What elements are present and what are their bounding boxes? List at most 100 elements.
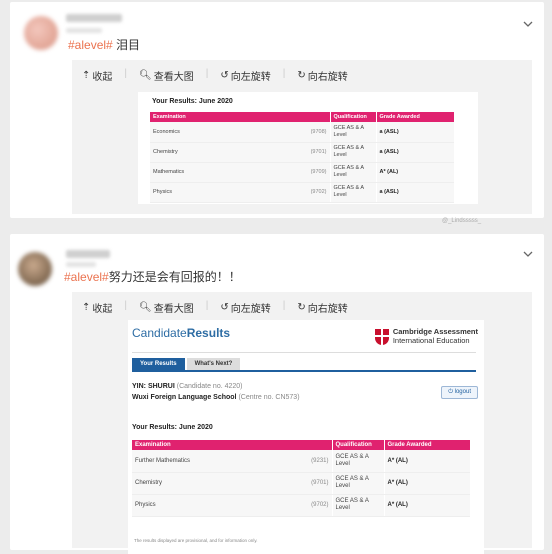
post-body: 努力还是会有回报的！！ (108, 270, 241, 284)
column-header: Grade Awarded (383, 440, 470, 450)
rotate-left-icon: ↺ (220, 70, 229, 81)
result-screenshot[interactable]: CandidateResults Cambridge Assessment In… (128, 320, 484, 554)
column-header: Qualification (331, 440, 384, 450)
qualification-level: Level (333, 152, 347, 158)
rotate-right-button[interactable]: ↻ 向右旋转 (297, 300, 347, 315)
exam-cell: Chemistry (132, 472, 302, 495)
grade-cell: A* (AL) (383, 472, 470, 495)
cambridge-branding: Cambridge Assessment International Educa… (374, 327, 478, 345)
toolbar-divider: | (282, 68, 286, 79)
qualification-text: GCE AS & A (333, 145, 365, 152)
qualification-level: Level (335, 460, 350, 467)
hashtag-link[interactable]: #alevel# (64, 270, 109, 284)
results-title: Your Results: June 2020 (132, 424, 213, 431)
candidate-number: (Candidate no. 4220) (176, 383, 243, 390)
chevron-down-icon[interactable] (522, 18, 534, 30)
exam-cell: Further Mathematics (132, 450, 302, 473)
qualification-cell: GCE AS & A Level (329, 122, 376, 143)
candidate-name: YIN: SHURUI (132, 383, 175, 390)
media-viewer: ⇡ 收起 | 🔍︎ 查看大图 | ↺ 向左旋转 | ↻ 向右旋转 CandidateRe… (72, 292, 532, 554)
qualification-level: Level (335, 483, 350, 489)
grade-cell: a (ASL) (375, 182, 454, 203)
toolbar-divider: | (205, 300, 209, 311)
result-screenshot[interactable]: Your Results: June 2020 Examination Qual… (138, 92, 481, 224)
qualification-text: GCE AS & A (335, 453, 369, 460)
view-large-button[interactable]: 🔍︎ 查看大图 (139, 300, 194, 315)
qualification-cell: GCE AS & A Level (331, 472, 384, 495)
exam-cell: Chemistry (150, 142, 300, 163)
rotate-left-button[interactable]: ↺ 向左旋转 (220, 300, 270, 315)
collapse-label: 收起 (92, 72, 113, 83)
tab-your-results[interactable]: Your Results (132, 358, 185, 370)
rotate-right-icon: ↻ (297, 70, 306, 81)
table-row: Further Mathematics (9231) GCE AS & A Lev… (132, 450, 470, 473)
qualification-level: Level (333, 131, 347, 138)
avatar[interactable] (24, 16, 58, 50)
grade-cell: a (ASL) (375, 122, 454, 143)
logo-word-results: Results (186, 326, 231, 340)
divider (132, 352, 476, 353)
weibo-post-1: #alevel# 泪目 ⇡ 收起 | 🔍︎ 查看大图 | ↺ 向左旋转 | ↻ 向右旋转… (10, 2, 544, 224)
tab-whats-next[interactable]: What's Next? (186, 358, 241, 370)
table-row: Chemistry (9701) GCE AS & A Level a (ASL) (150, 142, 454, 163)
post-meta-blurred (66, 28, 102, 33)
exam-cell: Economics (150, 122, 300, 143)
results-table: Examination Qualification Grade Awarded … (150, 112, 454, 203)
code-cell: (9701) (302, 472, 332, 495)
results-title: Your Results: June 2020 (152, 98, 233, 105)
code-cell: (9708) (300, 122, 330, 143)
post-meta-blurred (66, 262, 96, 267)
results-tabs: Your Results What's Next? (132, 358, 241, 370)
candidate-info: YIN: SHURUI (Candidate no. 4220) Wuxi Fo… (132, 382, 300, 403)
column-header: Qualification (329, 112, 376, 122)
table-row: Economics (9708) GCE AS & A Level a (ASL) (150, 122, 454, 143)
disclaimer-text: The results displayed are provisional, a… (134, 538, 258, 543)
post-text: #alevel#努力还是会有回报的！！ (64, 268, 241, 285)
media-toolbar: ⇡ 收起 | 🔍︎ 查看大图 | ↺ 向左旋转 | ↻ 向右旋转 (82, 68, 348, 83)
toolbar-divider: | (282, 300, 286, 311)
media-viewer: ⇡ 收起 | 🔍︎ 查看大图 | ↺ 向左旋转 | ↻ 向右旋转 Your Result… (72, 60, 532, 224)
grade-cell: A* (AL) (375, 162, 454, 183)
rotate-right-label: 向右旋转 (307, 304, 348, 315)
tab-underline (132, 370, 476, 372)
collapse-button[interactable]: ⇡ 收起 (82, 68, 112, 83)
toolbar-divider: | (124, 300, 127, 311)
chevron-down-icon[interactable] (522, 248, 534, 260)
table-row: Chemistry (9701) GCE AS & A Level A* (AL) (132, 472, 470, 495)
code-cell: (9702) (302, 494, 332, 517)
qualification-cell: GCE AS & A Level (331, 494, 384, 517)
code-cell: (9709) (300, 162, 330, 183)
post-text: #alevel# 泪目 (68, 36, 140, 53)
weibo-post-2: #alevel#努力还是会有回报的！！ ⇡ 收起 | 🔍︎ 查看大图 | ↺ 向左旋转… (10, 234, 544, 554)
qualification-text: GCE AS & A (333, 165, 365, 172)
rotate-right-button[interactable]: ↻ 向右旋转 (297, 68, 347, 83)
qualification-cell: GCE AS & A Level (329, 162, 376, 183)
avatar[interactable] (18, 252, 52, 286)
candidate-results-logo: CandidateResults (132, 326, 230, 340)
qualification-level: Level (335, 505, 350, 511)
hashtag-link[interactable]: #alevel# (68, 38, 113, 52)
qualification-cell: GCE AS & A Level (329, 182, 376, 203)
table-row: Physics (9702) GCE AS & A Level a (ASL) (150, 182, 454, 203)
qualification-level: Level (333, 172, 347, 178)
toolbar-divider: | (205, 68, 209, 79)
rotate-left-button[interactable]: ↺ 向左旋转 (220, 68, 270, 83)
qualification-cell: GCE AS & A Level (331, 450, 384, 473)
qualification-level: Level (333, 192, 347, 198)
exam-cell: Physics (132, 494, 302, 517)
table-header-row: Examination Qualification Grade Awarded (132, 440, 470, 450)
collapse-label: 收起 (92, 304, 113, 315)
view-large-button[interactable]: 🔍︎ 查看大图 (139, 68, 194, 83)
logout-button[interactable]: ⏻ logout (441, 386, 478, 399)
search-icon: 🔍︎ (139, 70, 152, 81)
username-blurred[interactable] (66, 250, 110, 258)
logo-word-candidate: Candidate (132, 326, 187, 340)
post-body: 泪目 (112, 38, 141, 52)
username-blurred[interactable] (66, 14, 122, 22)
collapse-button[interactable]: ⇡ 收起 (82, 300, 112, 315)
school-name: Wuxi Foreign Language School (132, 393, 237, 401)
toolbar-divider: | (124, 68, 127, 79)
exam-cell: Physics (150, 182, 300, 203)
rotate-left-label: 向左旋转 (230, 72, 271, 83)
image-watermark: @_Lindsssss_ (442, 218, 482, 224)
